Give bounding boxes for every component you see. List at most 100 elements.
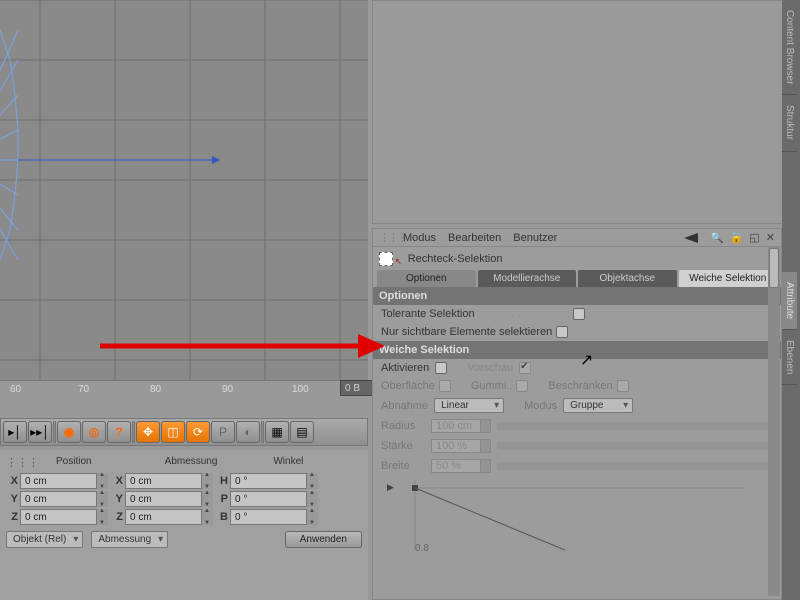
close-icon[interactable]: ✕ — [766, 231, 775, 244]
menu-edit[interactable]: Bearbeiten — [448, 232, 501, 244]
key-options-button[interactable]: ? — [107, 421, 131, 443]
spinner-icon[interactable] — [201, 509, 213, 525]
new-window-icon[interactable]: ◱ — [749, 231, 759, 244]
side-tab-content-browser[interactable]: Content Browser — [782, 0, 797, 95]
size-x-input[interactable] — [125, 473, 213, 489]
checkbox-surface — [439, 380, 451, 392]
timeline-ruler[interactable]: 60 70 80 90 100 — [0, 380, 368, 400]
side-tab-bar: Content Browser Struktur Attribute Ebene… — [782, 0, 800, 600]
axis-z-label: Z — [111, 511, 125, 523]
autokey-button[interactable]: ◎ — [82, 421, 106, 443]
side-tab-attribute[interactable]: Attribute — [782, 272, 797, 330]
label-mode: Modus — [524, 400, 557, 412]
slider-strength — [497, 442, 773, 450]
label-restrict: Beschränken — [548, 380, 612, 392]
viewport-canvas — [0, 0, 368, 380]
position-x-input[interactable] — [20, 473, 108, 489]
size-z-input[interactable] — [125, 509, 213, 525]
attribute-tabs: Optionen Modellierachse Objektachse Weic… — [373, 270, 781, 287]
attr-scrollbar[interactable] — [768, 246, 780, 596]
attribute-menubar: ⋮⋮⋮ Modus Bearbeiten Benutzer 🔍 🔓 ◱ ✕ — [373, 229, 781, 247]
curve-ytick: 0.8 — [415, 543, 429, 554]
tool-name: Rechteck-Selektion — [408, 253, 503, 265]
toolbar-divider — [132, 421, 135, 443]
axis-p-label: P — [216, 493, 230, 505]
checkbox-activate[interactable] — [435, 362, 447, 374]
toolbar-divider — [53, 421, 56, 443]
input-width: 50 % — [431, 459, 491, 473]
scrollbar-thumb[interactable] — [769, 248, 779, 288]
axis-y-label: Y — [111, 493, 125, 505]
tab-model-axis[interactable]: Modellierachse — [478, 270, 577, 287]
expand-icon[interactable]: ▶ — [387, 482, 394, 493]
angle-b-input[interactable] — [230, 509, 318, 525]
lock-icon[interactable]: 🔓 — [730, 231, 744, 244]
spinner-icon[interactable] — [96, 473, 108, 489]
label-preview: Vorschau — [467, 362, 513, 374]
film-button[interactable]: ▤ — [290, 421, 314, 443]
rotation-key-button[interactable]: ⟳ — [186, 421, 210, 443]
grip-icon[interactable]: ⋮⋮⋮ — [379, 231, 391, 244]
spinner-icon[interactable] — [306, 509, 318, 525]
slider-radius — [497, 422, 773, 430]
history-back-icon[interactable] — [684, 233, 698, 243]
label-surface: Oberfläche — [381, 380, 435, 392]
menu-user[interactable]: Benutzer — [513, 232, 557, 244]
spinner-icon[interactable] — [96, 509, 108, 525]
axis-h-label: H — [216, 475, 230, 487]
coord-system-select[interactable]: Objekt (Rel) — [6, 531, 83, 548]
position-key-button[interactable]: ✥ — [136, 421, 160, 443]
section-options: Optionen — [373, 287, 781, 305]
grip-icon: ⋮⋮⋮ — [6, 456, 36, 469]
side-tab-structure[interactable]: Struktur — [782, 95, 797, 151]
checkbox-tolerant-selection[interactable] — [573, 308, 585, 320]
param-key-button[interactable]: P — [211, 421, 235, 443]
size-y-input[interactable] — [125, 491, 213, 507]
goto-last-button[interactable]: ▸▸│ — [28, 421, 52, 443]
spinner-icon[interactable] — [201, 491, 213, 507]
tab-options[interactable]: Optionen — [377, 270, 476, 287]
spinner-icon[interactable] — [201, 473, 213, 489]
side-tab-layers[interactable]: Ebenen — [782, 330, 797, 385]
spinner-icon[interactable] — [306, 491, 318, 507]
label-radius: Radius — [381, 420, 431, 432]
apply-button[interactable]: Anwenden — [285, 531, 362, 548]
spinner-icon[interactable] — [96, 491, 108, 507]
label-rubber: Gummi.. — [471, 380, 513, 392]
tab-object-axis[interactable]: Objektachse — [578, 270, 677, 287]
angle-p-input[interactable] — [230, 491, 318, 507]
cursor-arrow-icon: ↖ — [395, 257, 402, 266]
select-falloff: Linear — [434, 398, 504, 413]
axis-y-label: Y — [6, 493, 20, 505]
rectangle-selection-icon — [379, 252, 393, 266]
column-angle: Winkel — [253, 456, 362, 469]
select-mode: Gruppe — [563, 398, 633, 413]
timeline-toolbar: ▸│ ▸▸│ ◉ ◎ ? ✥ ◫ ⟳ P ◐ ▦ ▤ — [0, 418, 368, 446]
label-falloff: Abnahme — [381, 400, 428, 412]
falloff-curve: ▶ 0.8 — [385, 480, 769, 560]
scale-key-button[interactable]: ◫ — [161, 421, 185, 443]
spinner-icon[interactable] — [306, 473, 318, 489]
record-key-button[interactable]: ◉ — [57, 421, 81, 443]
search-icon[interactable]: 🔍 — [710, 231, 724, 244]
label-visible-only: Nur sichtbare Elemente selektieren — [381, 326, 552, 338]
input-strength: 100 % — [431, 439, 491, 453]
coordinate-manager: ⋮⋮⋮ Position Abmessung Winkel X X H Y Y … — [0, 450, 368, 600]
angle-h-input[interactable] — [230, 473, 318, 489]
checkbox-restrict — [617, 380, 629, 392]
viewport[interactable] — [0, 0, 368, 380]
tab-soft-selection[interactable]: Weiche Selektion — [679, 270, 778, 287]
goto-end-button[interactable]: ▸│ — [3, 421, 27, 443]
keyframe-sel-button[interactable]: ▦ — [265, 421, 289, 443]
pla-key-button[interactable]: ◐ — [236, 421, 260, 443]
checkbox-visible-only[interactable] — [556, 326, 568, 338]
object-manager-panel[interactable] — [372, 0, 792, 224]
position-z-input[interactable] — [20, 509, 108, 525]
label-tolerant-selection: Tolerante Selektion — [381, 308, 475, 320]
menu-mode[interactable]: Modus — [403, 232, 436, 244]
position-y-input[interactable] — [20, 491, 108, 507]
size-mode-select[interactable]: Abmessung — [91, 531, 168, 548]
axis-x-label: X — [111, 475, 125, 487]
label-activate: Aktivieren — [381, 362, 429, 374]
label-width: Breite — [381, 460, 431, 472]
